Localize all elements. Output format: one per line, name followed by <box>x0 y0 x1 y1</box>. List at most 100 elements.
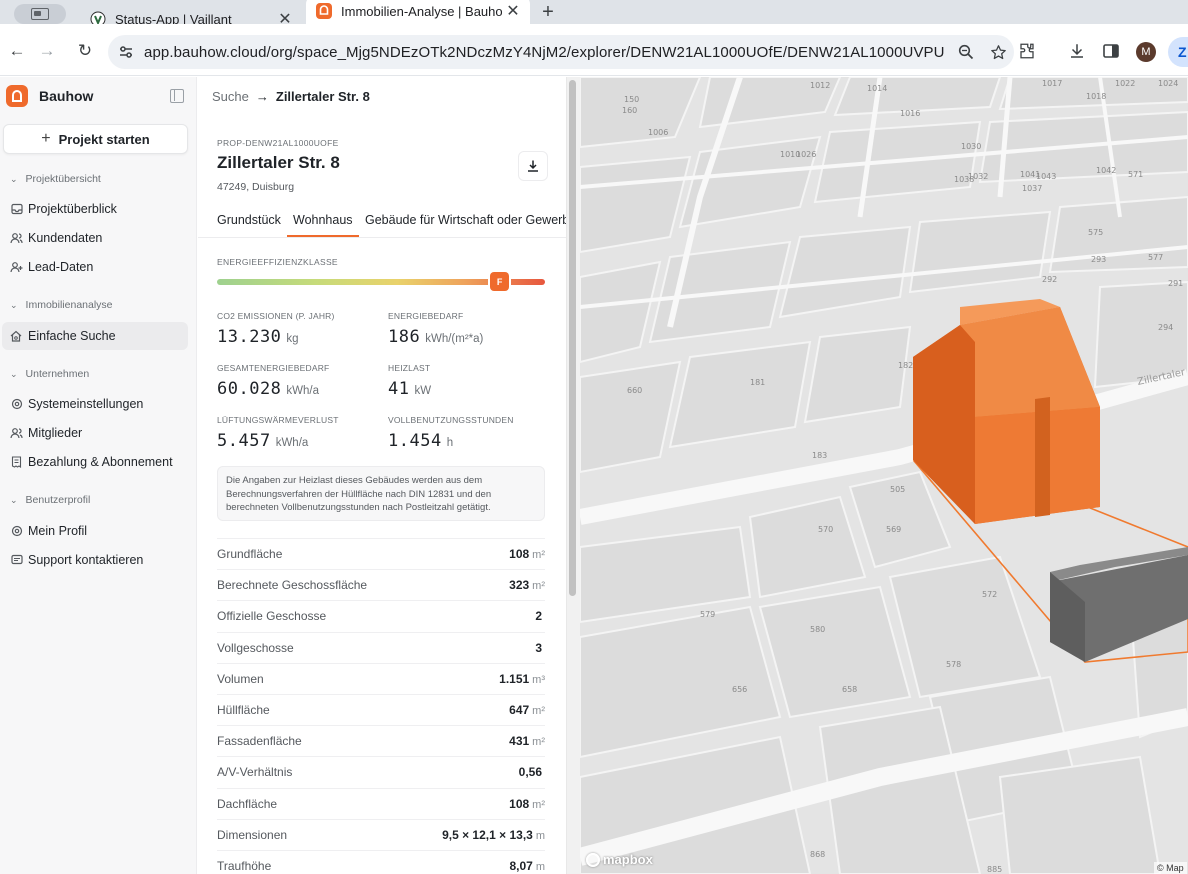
sidebar-item-bezahlung[interactable]: Bezahlung & Abonnement <box>2 448 188 476</box>
attribute-unit: m² <box>532 580 545 593</box>
back-icon[interactable]: ← <box>4 38 30 64</box>
parcel-number-label: 578 <box>946 660 961 669</box>
section-title: Projektübersicht <box>25 173 101 185</box>
sidebar-item-projektueberblick[interactable]: Projektüberblick <box>2 195 188 223</box>
attribute-value: 2 <box>535 609 545 623</box>
attribute-label: Berechnete Geschossfläche <box>217 578 368 593</box>
parcel-number-label: 181 <box>750 378 765 387</box>
breadcrumb-current: Zillertaler Str. 8 <box>275 89 370 104</box>
metric-label: CO2 Emissionen (p. Jahr) <box>217 311 335 321</box>
side-panel-icon[interactable] <box>1098 38 1124 64</box>
sidebar-item-lead-daten[interactable]: Lead-Daten <box>2 253 188 281</box>
parcel-number-label: 505 <box>890 485 905 494</box>
parcel-number-label: 569 <box>886 525 901 534</box>
section-benutzerprofil[interactable]: ⌄ Benutzerprofil <box>10 494 90 506</box>
parcel-number-label: 658 <box>842 685 857 694</box>
attribute-number: 431 <box>509 734 530 749</box>
section-projektuebersicht[interactable]: ⌄ Projektübersicht <box>10 173 101 185</box>
tab-wohnhaus[interactable]: Wohnhaus <box>287 213 359 237</box>
start-project-button[interactable]: + Projekt starten <box>3 124 188 154</box>
brand[interactable]: Bauhow <box>6 85 93 107</box>
attribute-label: Dimensionen <box>217 827 288 842</box>
sidebar-item-einfache-suche[interactable]: Einfache Suche <box>2 322 188 350</box>
mapbox-icon <box>586 852 600 867</box>
site-info-icon[interactable] <box>108 45 144 59</box>
attribute-unit: m³ <box>532 673 545 686</box>
browser-toolbar: ← → ↻ app.bauhow.cloud/org/space_Mjg5NDE… <box>0 24 1188 76</box>
forward-icon[interactable]: → <box>34 38 60 64</box>
attribute-number: 108 <box>509 547 530 561</box>
chevron-down-icon: ⌄ <box>10 494 18 505</box>
attribute-value: 108 m² <box>509 797 545 811</box>
parcel-number-label: 1018 <box>1086 92 1106 101</box>
chevron-down-icon: ⌄ <box>10 173 18 184</box>
metric-unit: kWh/(m²*a) <box>425 333 484 345</box>
metric-value: 60.028 <box>217 379 282 399</box>
extensions-icon[interactable] <box>1014 38 1040 64</box>
attribute-value: 323 m² <box>509 578 545 592</box>
mapbox-logo[interactable]: mapbox <box>586 852 653 867</box>
bookmark-star-icon[interactable] <box>982 44 1014 61</box>
parcel-number-label: 1014 <box>867 84 887 93</box>
map-canvas[interactable]: 150160100610101012 10141016101710181022 10… <box>580 77 1188 874</box>
tab-gewerbe[interactable]: Gebäude für Wirtschaft oder Gewerbe <box>365 213 566 227</box>
metric-unit: kWh/a <box>275 437 309 449</box>
attribute-label: Traufhöhe <box>217 859 272 873</box>
property-attribute-row: Offizielle Geschosse 2 <box>217 600 545 631</box>
attribute-value: 0,56 <box>519 765 545 779</box>
download-button[interactable] <box>518 151 548 181</box>
tab-search-button[interactable] <box>14 4 66 24</box>
attribute-unit: m² <box>532 736 545 749</box>
sidebar-item-kundendaten[interactable]: Kundendaten <box>2 224 188 252</box>
attribute-number: 647 <box>509 703 530 717</box>
sidebar-item-systemeinstellungen[interactable]: Systemeinstellungen <box>2 390 188 418</box>
bauhow-favicon-icon <box>316 3 332 19</box>
property-attribute-row: Traufhöhe 8,07 m <box>217 850 545 874</box>
efficiency-label: ENERGIEEFFIZIENZKLASSE <box>217 257 338 267</box>
attribute-unit: m <box>535 861 545 873</box>
attribute-label: Hüllfläche <box>217 703 270 717</box>
sidebar-item-mein-profil[interactable]: Mein Profil <box>2 517 188 545</box>
parcel-number-label: 183 <box>812 451 827 460</box>
map-attribution[interactable]: © Map <box>1154 862 1187 874</box>
bauhow-logo-icon <box>6 85 28 107</box>
profile-avatar[interactable]: M <box>1136 42 1156 62</box>
zoom-icon[interactable] <box>950 44 982 60</box>
section-immobilienanalyse[interactable]: ⌄ Immobilienanalyse <box>10 299 113 311</box>
message-icon <box>10 554 23 567</box>
parcel-number-label: 1016 <box>900 109 920 118</box>
metric-unit: kW <box>414 385 432 397</box>
parcel-number-label: 291 <box>1168 279 1183 288</box>
sidebar-item-label: Support kontaktieren <box>28 553 144 567</box>
tab-grundstueck[interactable]: Grundstück <box>217 213 281 227</box>
property-details-panel: Suche → Zillertaler Str. 8 PROP-DENW21AL… <box>198 77 566 874</box>
map-view[interactable]: 150 160 1006 1010 1012 1014 1016 1017 1018 1022 10… <box>580 77 1188 874</box>
panel-scrollbar-thumb[interactable] <box>569 80 576 596</box>
mapbox-logo-text: mapbox <box>603 852 653 867</box>
new-tab-icon[interactable]: + <box>536 0 560 24</box>
sidebar-item-label: Einfache Suche <box>28 329 116 343</box>
attribute-unit: m² <box>532 798 545 811</box>
attribute-number: 8,07 <box>509 859 533 873</box>
user-plus-icon <box>10 261 23 274</box>
property-attribute-row: Hüllfläche 647 m² <box>217 694 545 725</box>
attribute-value: 8,07 m <box>509 859 545 873</box>
sidebar-item-support[interactable]: Support kontaktieren <box>2 546 188 574</box>
sidebar-toggle-icon[interactable] <box>170 89 184 103</box>
address-bar[interactable]: app.bauhow.cloud/org/space_Mjg5NDEzOTk2N… <box>108 35 1014 69</box>
parcel-number-label: 575 <box>1088 228 1103 237</box>
browser-tab-bauhow[interactable]: Immobilien-Analyse | Bauhow ✕ <box>306 0 530 26</box>
parcel-number-label: 1006 <box>648 128 668 137</box>
attribute-label: Vollgeschosse <box>217 640 294 655</box>
metric-value: 41 <box>388 379 410 399</box>
close-tab-icon[interactable]: ✕ <box>502 0 524 22</box>
sidebar-item-mitglieder[interactable]: Mitglieder <box>2 419 188 447</box>
reload-icon[interactable]: ↻ <box>72 38 98 64</box>
attribute-number: 9,5 × 12,1 × 13,3 <box>442 827 533 842</box>
section-unternehmen[interactable]: ⌄ Unternehmen <box>10 368 89 380</box>
inbox-icon <box>10 203 23 216</box>
url-text[interactable]: app.bauhow.cloud/org/space_Mjg5NDEzOTk2N… <box>144 44 950 61</box>
metric-value: 5.457 <box>217 431 271 451</box>
download-icon[interactable] <box>1064 38 1090 64</box>
breadcrumb-root[interactable]: Suche <box>212 89 249 104</box>
